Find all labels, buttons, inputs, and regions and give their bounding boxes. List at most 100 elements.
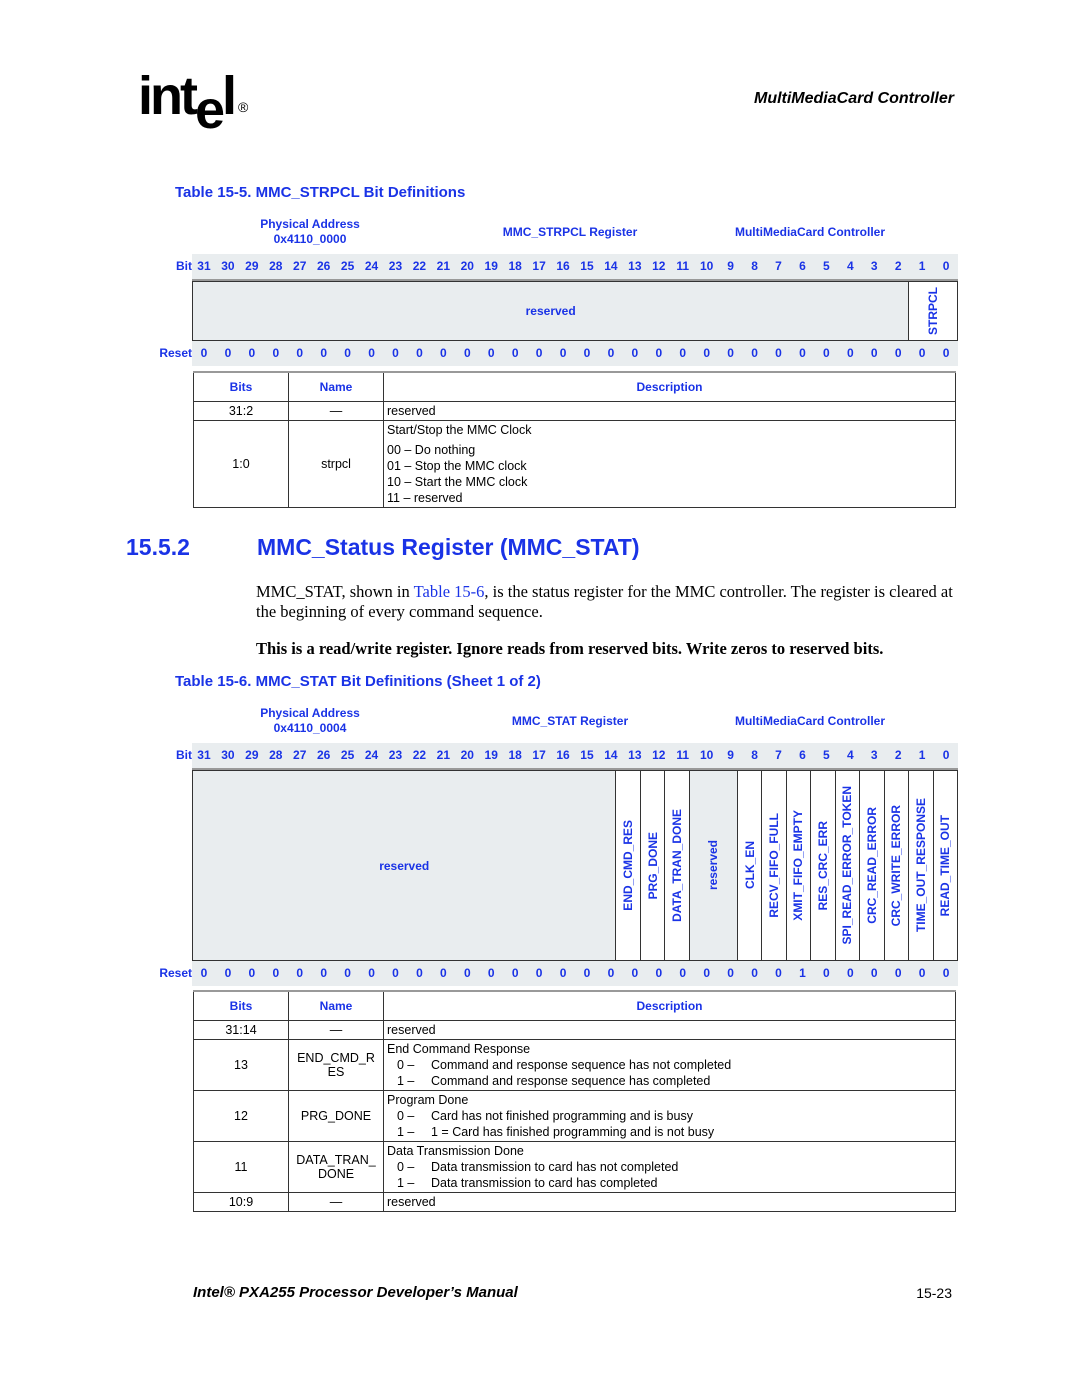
register-field: reserved — [688, 770, 737, 961]
bit-number: 22 — [412, 748, 427, 762]
reset-value: 0 — [942, 346, 950, 360]
bit-number: 10 — [699, 748, 714, 762]
description-title: Program Done — [387, 1093, 469, 1107]
bit-number: 12 — [652, 748, 666, 762]
reset-value: 1 — [799, 966, 806, 980]
reset-value: 0 — [535, 966, 543, 980]
bit-number: 15 — [580, 748, 594, 762]
reset-value: 0 — [870, 346, 878, 360]
col-bits: Bits — [193, 371, 289, 402]
reset-value: 0 — [894, 346, 902, 360]
reset-value: 0 — [463, 966, 471, 980]
field-label: CRC_WRITE_ERROR — [889, 804, 904, 927]
reset-value: 0 — [870, 966, 878, 980]
col-name: Name — [288, 371, 384, 402]
reset-value: 0 — [416, 346, 423, 360]
field-label: XMIT_FIFO_EMPTY — [791, 810, 806, 921]
col-name: Name — [288, 990, 384, 1021]
bit-number: 2 — [894, 748, 902, 762]
register-field: STRPCL — [908, 281, 958, 341]
bit-number: 16 — [556, 259, 570, 273]
description-title: reserved — [387, 1195, 436, 1209]
bit-number: 31 — [197, 748, 211, 762]
reset-value: 0 — [559, 346, 567, 360]
register-field: PRG_DONE — [639, 770, 665, 961]
bit-number: 13 — [628, 259, 642, 273]
field-label: DATA_TRAN_DONE — [670, 809, 685, 922]
field-row: reserved STRPCL — [192, 279, 958, 341]
col-description: Description — [383, 990, 956, 1021]
bit-number: 25 — [340, 748, 355, 762]
field-label: TIME_OUT_RESPONSE — [913, 798, 928, 933]
strpcl-register-diagram: Physical Address 0x4110_0000 MMC_STRPCL R… — [150, 215, 958, 366]
controller-name: MultiMediaCard Controller — [734, 714, 885, 728]
field-label: reserved — [379, 858, 430, 873]
reset-value: 0 — [511, 966, 519, 980]
footer-title: Intel® PXA255 Processor Developer’s Manu… — [193, 1284, 518, 1301]
bit-number: 16 — [556, 748, 570, 762]
stat-bit-definitions-table: Bits Name Description 31:14— reserved 13 EN… — [193, 990, 956, 1212]
register-field: reserved — [192, 281, 909, 341]
field-label: RES_CRC_ERR — [815, 820, 830, 911]
table-15-6-link[interactable]: Table 15-6 — [414, 582, 485, 601]
intel-logo: intel ® — [138, 66, 249, 140]
reset-value: 0 — [775, 966, 782, 980]
register-field: RECV_FIFO_FULL — [761, 770, 786, 961]
bit-number: 4 — [846, 748, 854, 762]
bit-number: 31 — [197, 259, 211, 273]
reset-value: 0 — [200, 346, 208, 360]
register-field: CLK_EN — [736, 770, 762, 961]
bit-number: 11 — [676, 259, 690, 273]
bit-number: 9 — [727, 259, 734, 273]
reset-value: 0 — [703, 966, 710, 980]
reset-value: 0 — [224, 966, 232, 980]
physical-address: Physical Address 0x4110_0004 — [260, 706, 360, 735]
reset-value: 0 — [440, 966, 447, 980]
bit-number: 15 — [580, 259, 594, 273]
register-note: This is a read/write register. Ignore re… — [256, 639, 884, 658]
bit-number: 25 — [340, 259, 355, 273]
bit-number: 8 — [751, 259, 758, 273]
table-row: 1:0 strpcl Start/Stop the MMC Clock 00 –… — [193, 420, 956, 508]
reset-value: 0 — [799, 346, 806, 360]
register-field: RES_CRC_ERR — [810, 770, 835, 961]
reset-value: 0 — [823, 346, 830, 360]
bit-number: 23 — [388, 748, 403, 762]
register-name: MMC_STRPCL Register — [502, 225, 638, 239]
bit-number: 8 — [751, 748, 758, 762]
reset-value: 0 — [631, 346, 639, 360]
bit-number: 3 — [870, 748, 878, 762]
bit-number: 29 — [245, 748, 259, 762]
bit-number: 14 — [604, 748, 618, 762]
bit-number: 5 — [823, 259, 830, 273]
section-header: MultiMediaCard Controller — [753, 90, 954, 107]
bit-number: 30 — [221, 748, 235, 762]
table-15-5-title: Table 15-5. MMC_STRPCL Bit Definitions — [175, 184, 466, 201]
register-field: READ_TIME_OUT — [932, 770, 958, 961]
bit-number: 26 — [316, 748, 331, 762]
bit-number: 0 — [942, 259, 950, 273]
description-option: 0 – Card has not finished programming and… — [397, 1109, 693, 1123]
reset-value: 0 — [727, 966, 734, 980]
bit-number: 21 — [436, 259, 451, 273]
reset-value: 0 — [440, 346, 447, 360]
reset-value: 0 — [416, 966, 423, 980]
reset-value: 0 — [487, 966, 495, 980]
description-option: 1 –1 = Card has finished programming and… — [397, 1125, 715, 1139]
reset-value: 0 — [248, 966, 256, 980]
reset-value: 0 — [679, 346, 687, 360]
strpcl-bit-definitions-table: Bits Name Description 31:2 — reserved 1:… — [193, 371, 956, 508]
reset-value: 0 — [655, 346, 663, 360]
bit-number: 1 — [918, 259, 926, 273]
field-label: STRPCL — [926, 287, 941, 335]
field-label: PRG_DONE — [645, 831, 660, 900]
reset-value: 0 — [392, 346, 399, 360]
reset-value: 0 — [296, 966, 304, 980]
table-row: 12 PRG_DONE Program Done 0 – Card has not fi… — [193, 1090, 956, 1142]
bit-number: 4 — [846, 259, 854, 273]
table-row: 31:14— reserved — [193, 1020, 956, 1040]
bit-number-row: Bit 31 30 29 28 27 26 25 24 23 22 21 20 19 18 17 16 15 14… — [150, 254, 958, 279]
bit-number: 27 — [293, 748, 307, 762]
reset-value: 0 — [511, 346, 519, 360]
register-field: SPI_READ_ERROR_TOKEN — [834, 770, 860, 961]
